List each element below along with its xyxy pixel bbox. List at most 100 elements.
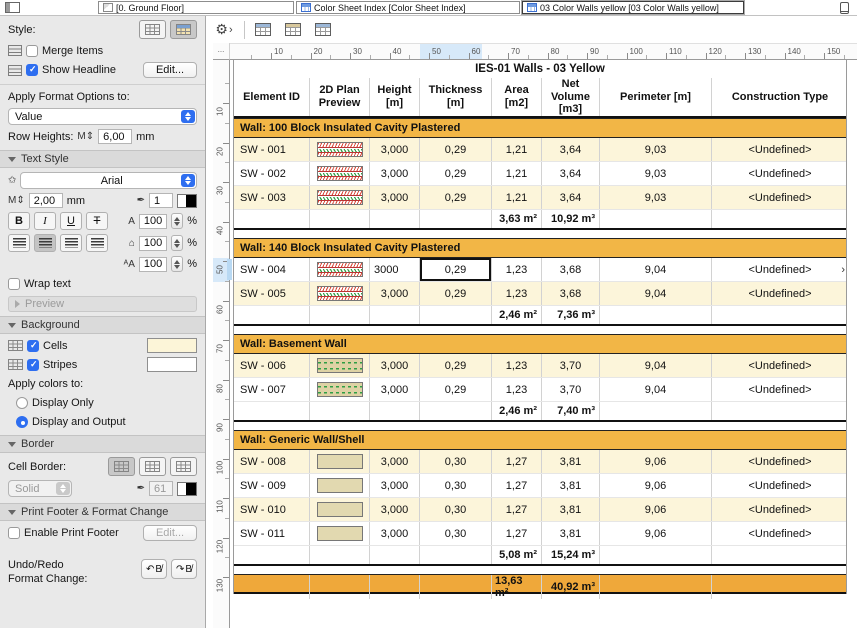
- cell-element-id[interactable]: SW - 005: [234, 282, 310, 305]
- cell-construction-type[interactable]: <Undefined>: [712, 138, 848, 161]
- cell-construction-type[interactable]: <Undefined>: [712, 162, 848, 185]
- cell-area[interactable]: 1,23: [492, 258, 542, 281]
- cell-thickness[interactable]: 0,29: [420, 378, 492, 401]
- tab-color-sheet-index[interactable]: Color Sheet Index [Color Sheet Index]: [296, 1, 520, 14]
- tab-color-walls-yellow[interactable]: 03 Color Walls yellow [03 Color Walls ye…: [522, 1, 744, 14]
- column-header[interactable]: Area [m2]: [492, 78, 542, 116]
- cell-construction-type[interactable]: <Undefined>: [712, 378, 848, 401]
- display-and-output-radio[interactable]: [16, 416, 28, 428]
- cell-thickness[interactable]: 0,29: [420, 282, 492, 305]
- cell-element-id[interactable]: SW - 002: [234, 162, 310, 185]
- favorite-star-icon[interactable]: ✩: [8, 175, 16, 186]
- cell-element-id[interactable]: SW - 009: [234, 474, 310, 497]
- align-center-button[interactable]: [34, 234, 56, 252]
- cell-height[interactable]: 3,000: [370, 354, 420, 377]
- cell-area[interactable]: 1,21: [492, 186, 542, 209]
- cell-construction-type[interactable]: <Undefined>: [712, 450, 848, 473]
- line-spacing-input[interactable]: 100: [139, 236, 167, 251]
- cell-element-id[interactable]: SW - 001: [234, 138, 310, 161]
- cell-plan-preview[interactable]: [310, 354, 370, 377]
- cell-net-volume[interactable]: 3,68: [542, 282, 600, 305]
- cell-perimeter[interactable]: 9,03: [600, 186, 712, 209]
- format-redo-button[interactable]: ↷ B̸: [171, 559, 197, 579]
- cell-perimeter[interactable]: 9,04: [600, 282, 712, 305]
- cell-construction-type[interactable]: <Undefined>›: [712, 258, 848, 281]
- print-footer-edit-button[interactable]: Edit...: [143, 525, 197, 541]
- headline-edit-button[interactable]: Edit...: [143, 62, 197, 78]
- display-only-radio[interactable]: [16, 397, 28, 409]
- cell-perimeter[interactable]: 9,04: [600, 258, 712, 281]
- cell-perimeter[interactable]: 9,03: [600, 138, 712, 161]
- line-spacing-stepper[interactable]: [171, 235, 183, 251]
- border-style-select[interactable]: Solid: [8, 480, 72, 497]
- table-tool-3-button[interactable]: [311, 19, 335, 41]
- cell-thickness[interactable]: 0,30: [420, 498, 492, 521]
- cell-net-volume[interactable]: 3,64: [542, 186, 600, 209]
- cell-construction-type[interactable]: <Undefined>: [712, 522, 848, 545]
- cell-height[interactable]: 3,000: [370, 498, 420, 521]
- cell-plan-preview[interactable]: [310, 450, 370, 473]
- cell-thickness[interactable]: 0,29: [420, 186, 492, 209]
- cell-height[interactable]: 3,000: [370, 450, 420, 473]
- border-pen-color-swatch[interactable]: [177, 482, 197, 496]
- column-header[interactable]: Perimeter [m]: [600, 78, 712, 116]
- cell-plan-preview[interactable]: [310, 258, 370, 281]
- cell-perimeter[interactable]: 9,04: [600, 354, 712, 377]
- stripes-checkbox[interactable]: [27, 359, 39, 371]
- sidebar-panel-icon[interactable]: [5, 2, 20, 13]
- cell-perimeter[interactable]: 9,06: [600, 450, 712, 473]
- cell-thickness[interactable]: 0,30: [420, 522, 492, 545]
- font-select[interactable]: Arial: [20, 172, 197, 189]
- cell-area[interactable]: 1,23: [492, 354, 542, 377]
- cell-net-volume[interactable]: 3,70: [542, 378, 600, 401]
- border-outer-button[interactable]: [170, 457, 197, 476]
- cell-area[interactable]: 1,23: [492, 282, 542, 305]
- cell-plan-preview[interactable]: [310, 378, 370, 401]
- cell-height[interactable]: 3,000: [370, 138, 420, 161]
- cell-height[interactable]: 3,000: [370, 378, 420, 401]
- stripes-color-swatch[interactable]: [147, 357, 197, 372]
- cell-thickness[interactable]: 0,30: [420, 450, 492, 473]
- ruler-corner[interactable]: ...: [213, 43, 230, 60]
- cells-color-swatch[interactable]: [147, 338, 197, 353]
- enable-print-footer-checkbox[interactable]: [8, 527, 20, 539]
- cell-net-volume[interactable]: 3,70: [542, 354, 600, 377]
- cell-perimeter[interactable]: 9,06: [600, 474, 712, 497]
- cell-element-id[interactable]: SW - 010: [234, 498, 310, 521]
- cell-thickness[interactable]: 0,29: [420, 138, 492, 161]
- print-footer-section-header[interactable]: Print Footer & Format Change: [0, 503, 205, 521]
- cell-net-volume[interactable]: 3,81: [542, 522, 600, 545]
- cell-construction-type[interactable]: <Undefined>: [712, 282, 848, 305]
- border-section-header[interactable]: Border: [0, 435, 205, 453]
- border-inner-button[interactable]: [139, 457, 166, 476]
- cell-area[interactable]: 1,27: [492, 498, 542, 521]
- cell-plan-preview[interactable]: [310, 474, 370, 497]
- column-header[interactable]: Thickness [m]: [420, 78, 492, 116]
- cell-construction-type[interactable]: <Undefined>: [712, 186, 848, 209]
- cell-construction-type[interactable]: <Undefined>: [712, 474, 848, 497]
- cell-net-volume[interactable]: 3,81: [542, 474, 600, 497]
- border-all-button[interactable]: [108, 457, 135, 476]
- apply-format-select[interactable]: Value: [8, 108, 197, 125]
- strikethrough-button[interactable]: T: [86, 212, 108, 230]
- column-header[interactable]: Construction Type: [712, 78, 848, 116]
- merge-items-checkbox[interactable]: [26, 45, 38, 57]
- cell-thickness[interactable]: 0,29: [420, 354, 492, 377]
- cell-area[interactable]: 1,27: [492, 450, 542, 473]
- cell-net-volume[interactable]: 3,68: [542, 258, 600, 281]
- scheme-settings-button[interactable]: ⚙ ›: [212, 19, 236, 41]
- cell-thickness[interactable]: 0,29: [420, 258, 492, 281]
- cell-element-id[interactable]: SW - 003: [234, 186, 310, 209]
- bold-button[interactable]: B: [8, 212, 30, 230]
- cell-plan-preview[interactable]: [310, 282, 370, 305]
- cell-perimeter[interactable]: 9,06: [600, 522, 712, 545]
- align-right-button[interactable]: [60, 234, 82, 252]
- cell-net-volume[interactable]: 3,81: [542, 498, 600, 521]
- cell-perimeter[interactable]: 9,04: [600, 378, 712, 401]
- group-header-row[interactable]: Wall: Generic Wall/Shell: [234, 430, 846, 450]
- cell-element-id[interactable]: SW - 008: [234, 450, 310, 473]
- vertical-ruler[interactable]: 102030405060708090100110120130: [213, 60, 230, 628]
- horizontal-ruler[interactable]: 102030405060708090100110120130140150: [230, 43, 857, 60]
- style-view-1-button[interactable]: [139, 20, 166, 39]
- font-pen-input[interactable]: 1: [149, 193, 173, 208]
